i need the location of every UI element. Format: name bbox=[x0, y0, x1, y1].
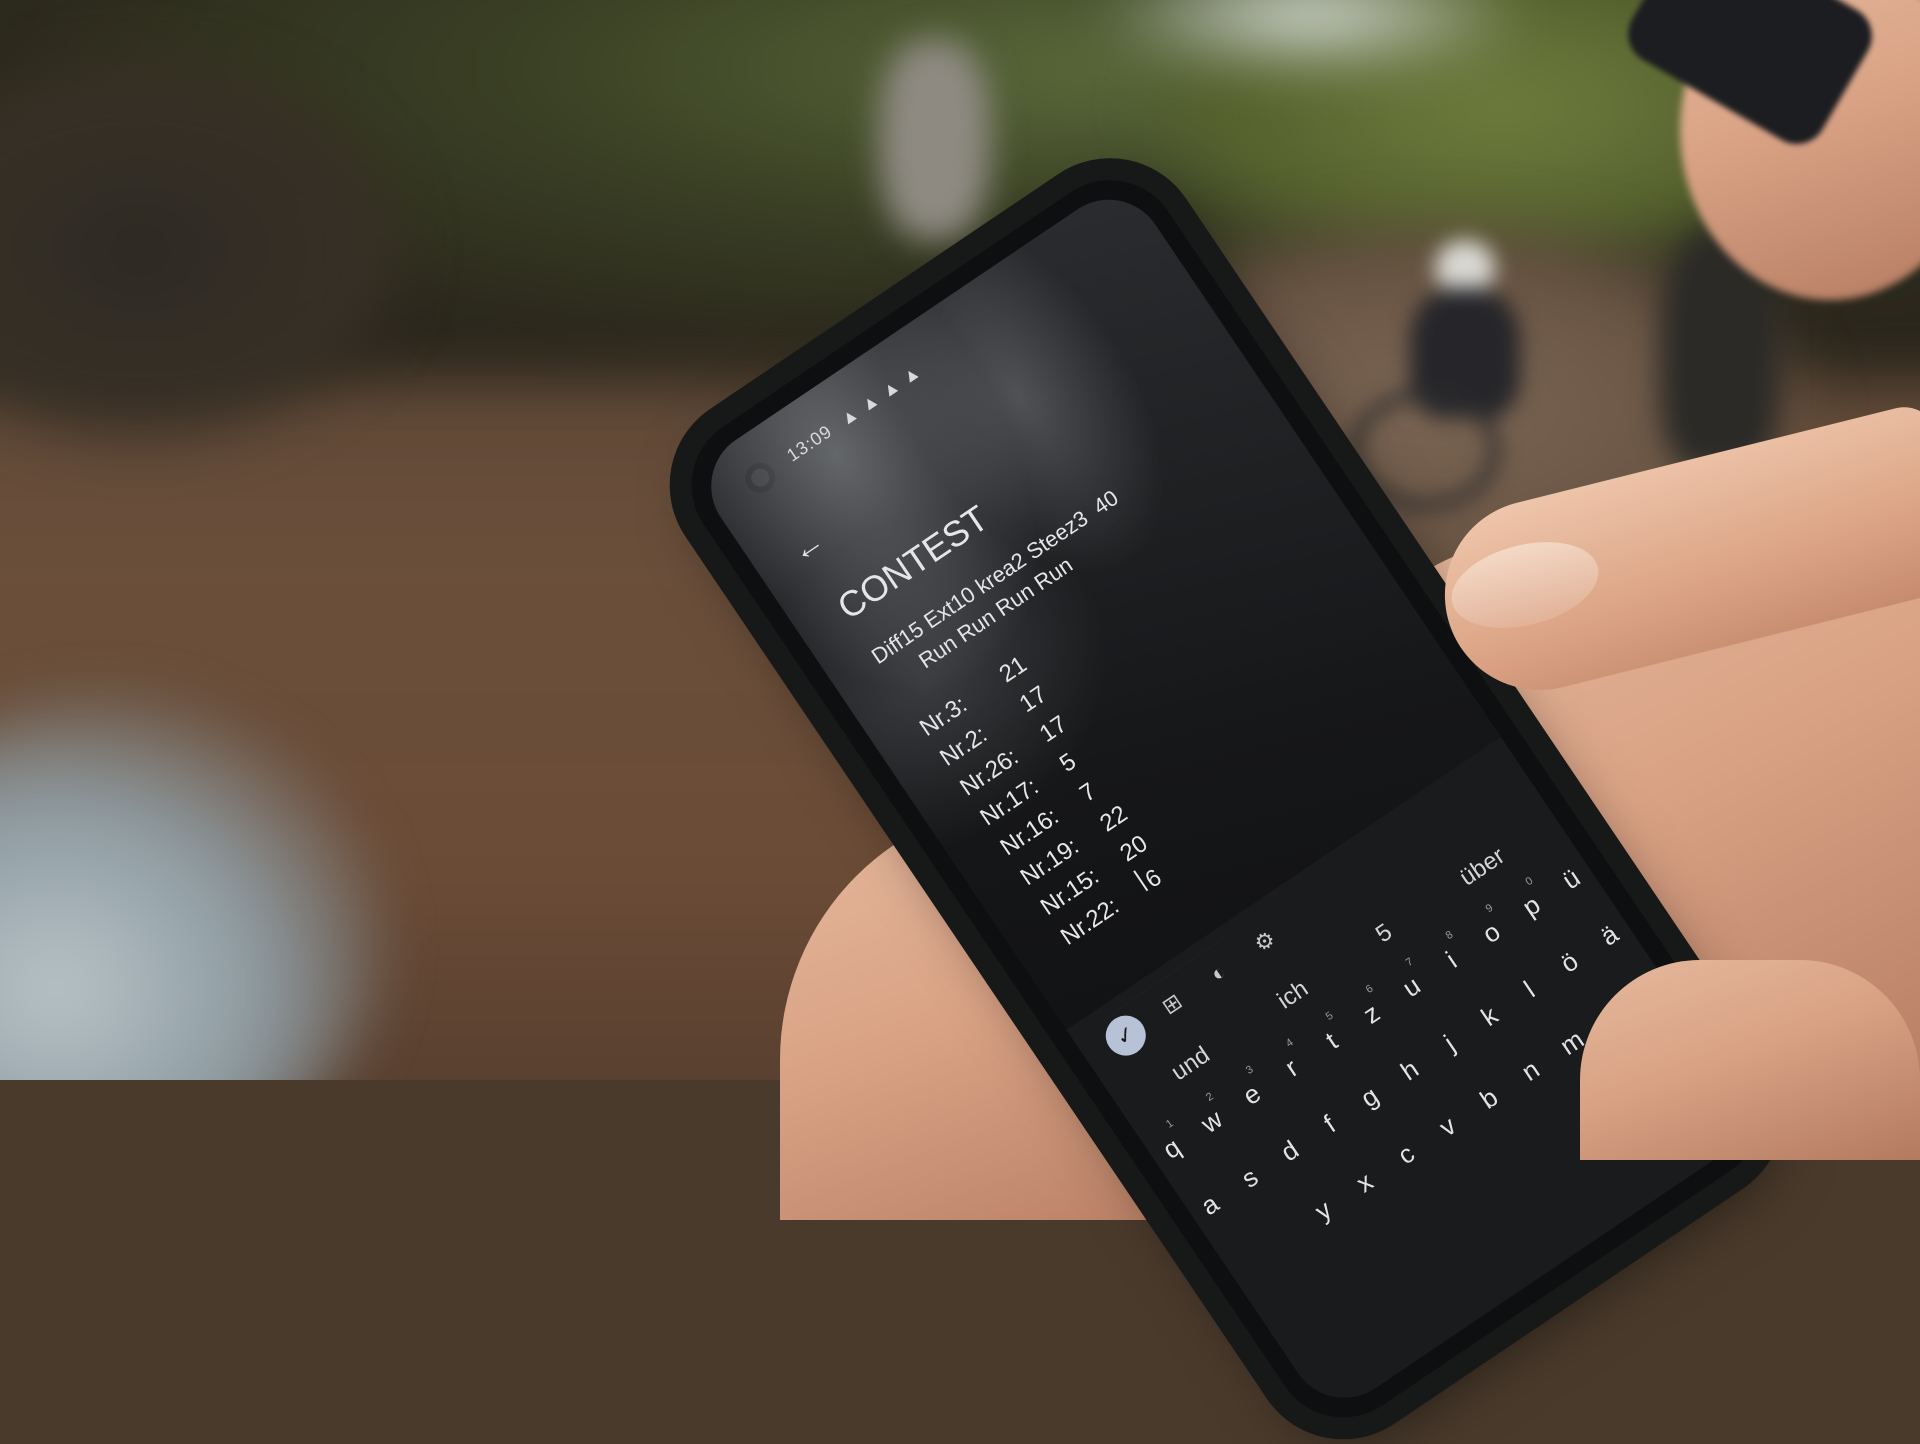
status-time: 13:09 bbox=[783, 420, 836, 466]
key-number-hint: 8 bbox=[1443, 928, 1456, 943]
phone-screen: 13:09 ▲ ▲ ▲ ▲ ← CONTEST Diff15 Ext10 kre… bbox=[689, 178, 1764, 1420]
back-arrow-icon[interactable]: ← bbox=[784, 522, 831, 571]
palette-icon[interactable]: ◐ bbox=[1191, 945, 1247, 1001]
camera-icon bbox=[739, 456, 782, 499]
key-number-hint: 2 bbox=[1203, 1090, 1216, 1104]
suggestion-item[interactable]: 5 bbox=[1371, 918, 1398, 949]
smartphone: 13:09 ▲ ▲ ▲ ▲ ← CONTEST Diff15 Ext10 kre… bbox=[664, 153, 1789, 1444]
status-bar: 13:09 ▲ ▲ ▲ ▲ bbox=[783, 356, 932, 466]
key-number-hint: 9 bbox=[1483, 901, 1496, 916]
key-number-hint: 0 bbox=[1523, 874, 1536, 889]
sticker-icon[interactable]: ⊞ bbox=[1144, 977, 1200, 1033]
right-fingers bbox=[1580, 960, 1920, 1160]
suggestion-item[interactable]: ich bbox=[1273, 975, 1314, 1015]
notification-icon: ▲ ▲ ▲ ▲ bbox=[836, 360, 925, 430]
key-number-hint: 5 bbox=[1323, 1009, 1336, 1023]
key-number-hint: 7 bbox=[1403, 955, 1416, 970]
key-number-hint: 4 bbox=[1283, 1036, 1296, 1050]
key-number-hint: 6 bbox=[1363, 982, 1376, 997]
key-number-hint: 3 bbox=[1243, 1063, 1256, 1077]
suggestion-item[interactable]: und bbox=[1166, 1041, 1215, 1087]
note-content[interactable]: CONTEST Diff15 Ext10 krea2 Steez3 40 Run… bbox=[830, 430, 1316, 955]
key-number-hint: 1 bbox=[1163, 1117, 1176, 1131]
settings-icon[interactable]: ⚙ bbox=[1237, 914, 1293, 970]
check-icon[interactable]: ✓ bbox=[1098, 1007, 1154, 1064]
